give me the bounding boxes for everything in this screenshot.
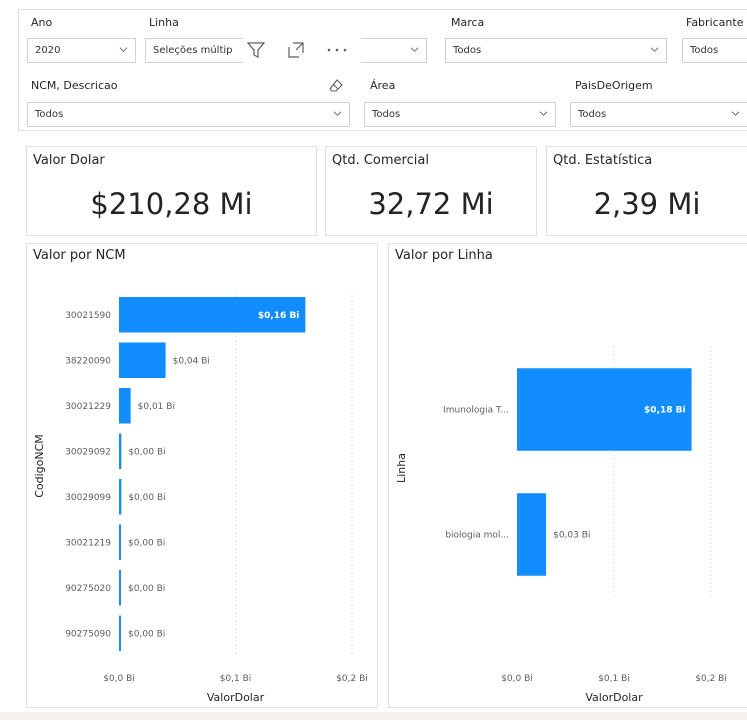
card-title: Valor Dolar [33, 153, 105, 168]
data-label: $0,00 Bi [128, 584, 165, 594]
fabricante-dropdown[interactable]: Todos [682, 38, 747, 63]
bar[interactable] [119, 342, 166, 378]
category-label: 30029099 [65, 493, 111, 503]
x-tick-label: $0,2 Bi [336, 674, 368, 684]
x-axis-title: ValorDolar [207, 691, 265, 704]
card-qtd-comercial: Qtd. Comercial 32,72 Mi [325, 146, 537, 236]
category-label: 30029092 [65, 447, 111, 457]
data-label: $0,18 Bi [644, 406, 686, 416]
pais-slicer-label: PaisDeOrigem [575, 79, 653, 92]
focus-mode-icon[interactable] [287, 41, 305, 59]
fabricante-dropdown-value: Todos [690, 45, 719, 56]
data-label: $0,16 Bi [258, 311, 300, 321]
card-valor-dolar: Valor Dolar $210,28 Mi [26, 146, 317, 236]
chart-ncm-svg: $0,0 Bi $0,1 Bi $0,2 Bi ValorDolar CodigoNCM… [33, 292, 368, 704]
bar[interactable] [119, 570, 121, 606]
ncm-dropdown[interactable]: Todos [27, 102, 350, 127]
pais-dropdown-value: Todos [578, 109, 607, 120]
bar[interactable] [517, 493, 547, 576]
data-label: $0,01 Bi [138, 402, 175, 412]
chevron-down-icon [119, 47, 128, 52]
marca-dropdown-value: Todos [453, 45, 482, 56]
fabricante-slicer-label: Fabricante [686, 16, 744, 29]
category-label: biologia mol... [445, 531, 509, 541]
card-value: 2,39 Mi [593, 187, 701, 221]
data-label: $0,04 Bi [173, 356, 210, 366]
ncm-dropdown-value: Todos [35, 109, 64, 120]
chevron-down-icon [410, 47, 419, 52]
linha-dropdown-value: Seleções múltip [153, 45, 233, 56]
data-label: $0,00 Bi [128, 629, 165, 639]
area-dropdown[interactable]: Todos [364, 102, 556, 127]
chevron-down-icon [731, 111, 740, 116]
eraser-icon[interactable] [328, 78, 344, 94]
marca-slicer-label: Marca [451, 16, 485, 29]
bar[interactable] [119, 615, 121, 651]
x-tick-label: $0,0 Bi [103, 674, 135, 684]
chevron-down-icon [539, 111, 548, 116]
category-label: 38220090 [65, 356, 111, 366]
chart-valor-por-ncm: Valor por NCM $0,0 Bi $0,1 Bi $0,2 Bi Valor… [26, 243, 378, 708]
chart-linha-svg: $0,0 Bi $0,1 Bi $0,2 Bi ValorDolar Linha Imun… [395, 347, 727, 704]
data-label: $0,00 Bi [128, 538, 165, 548]
x-tick-label: $0,1 Bi [598, 674, 630, 684]
x-tick-label: $0,1 Bi [220, 674, 252, 684]
category-label: 30021219 [65, 538, 111, 548]
data-label: $0,03 Bi [553, 531, 590, 541]
category-label: Imunologia T... [443, 406, 509, 416]
card-title: Qtd. Comercial [332, 153, 429, 168]
more-options-icon[interactable] [326, 47, 348, 53]
area-slicer-label: Área [370, 79, 396, 92]
bar[interactable] [119, 524, 121, 560]
linha-slicer-label: Linha [149, 16, 179, 29]
ano-dropdown[interactable]: 2020 [27, 38, 136, 63]
card-value: $210,28 Mi [90, 187, 253, 221]
y-axis-title: Linha [395, 453, 408, 483]
bar[interactable] [119, 479, 122, 515]
pais-dropdown[interactable]: Todos [570, 102, 747, 127]
category-label: 90275020 [65, 584, 111, 594]
x-tick-label: $0,0 Bi [501, 674, 533, 684]
filter-icon[interactable] [247, 41, 265, 59]
bottom-strip [0, 712, 747, 720]
category-label: 90275090 [65, 629, 111, 639]
ano-slicer-label: Ano [31, 16, 53, 29]
x-axis-title: ValorDolar [585, 691, 643, 704]
data-label: $0,00 Bi [128, 447, 165, 457]
area-dropdown-value: Todos [372, 109, 401, 120]
y-axis-title: CodigoNCM [33, 434, 46, 498]
ano-dropdown-value: 2020 [35, 45, 61, 56]
card-value: 32,72 Mi [368, 187, 494, 221]
marca-dropdown[interactable]: Todos [445, 38, 667, 63]
ncm-slicer-label: NCM, Descricao [31, 79, 118, 92]
chevron-down-icon [650, 47, 659, 52]
bar[interactable] [119, 433, 122, 469]
category-label: 30021590 [65, 311, 111, 321]
chart-valor-por-linha: Valor por Linha $0,0 Bi $0,1 Bi $0,2 Bi Val… [388, 243, 747, 708]
bar[interactable] [119, 388, 131, 424]
visual-header-toolbar [243, 36, 361, 64]
category-label: 30021229 [65, 402, 111, 412]
chevron-down-icon [333, 111, 342, 116]
slicer-panel: Ano 2020 Linha Seleções múltip Marca Tod… [18, 9, 747, 131]
card-qtd-estatistica: Qtd. Estatística 2,39 Mi [546, 146, 747, 236]
card-title: Qtd. Estatística [553, 153, 653, 168]
data-label: $0,00 Bi [128, 493, 165, 503]
x-tick-label: $0,2 Bi [695, 674, 727, 684]
